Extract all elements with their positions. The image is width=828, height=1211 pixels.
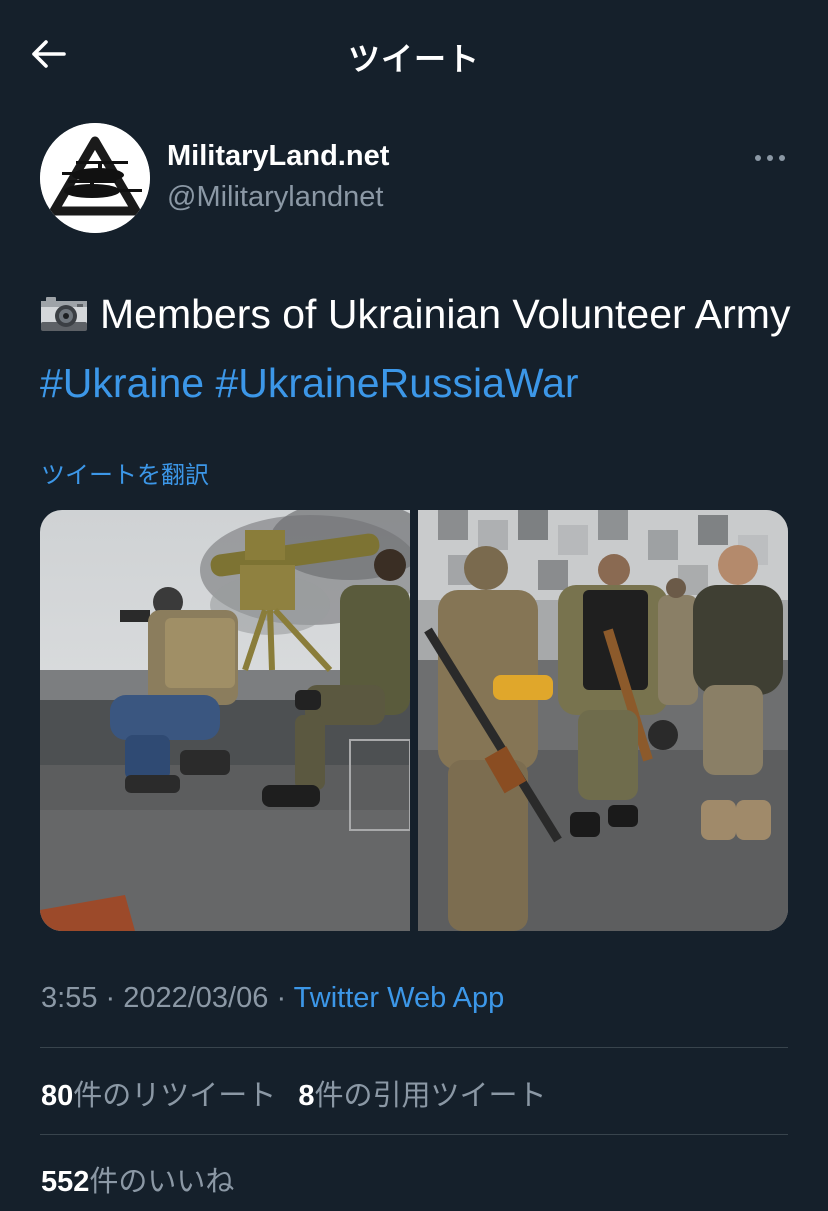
tweet-time: 3:55 [41, 982, 98, 1014]
tweet-source-link[interactable]: Twitter Web App [294, 982, 505, 1014]
hashtag-ukraine[interactable]: #Ukraine [40, 360, 204, 406]
likes-stat[interactable]: 552件のいいね [41, 1166, 234, 1198]
retweet-stats-row: 80件のリツイート 8件の引用ツイート [41, 1072, 547, 1114]
meta-separator-2: · [268, 982, 294, 1014]
author-display-name[interactable]: MilitaryLand.net [167, 140, 389, 173]
retweets-count: 80 [41, 1080, 74, 1112]
meta-separator: · [97, 982, 124, 1014]
likes-count: 552 [41, 1166, 90, 1198]
tweet-media-grid [40, 510, 788, 931]
militaryland-logo [40, 123, 150, 233]
tweet-timestamp-line: 3:55 · 2022/03/06 · Twitter Web App [41, 982, 504, 1015]
tweet-detail-screen: ツイート MilitaryLand.net @Militarylandnet M… [0, 0, 828, 1211]
photo-rooftop-soldiers[interactable] [40, 510, 410, 931]
quotes-stat[interactable]: 8件の引用ツイート [298, 1080, 546, 1112]
translate-tweet-link[interactable]: ツイートを翻訳 [41, 455, 209, 490]
tweet-text: Members of Ukrainian Volunteer Army #Ukr… [40, 282, 800, 416]
divider [40, 1047, 788, 1048]
quotes-count: 8 [298, 1080, 315, 1112]
likes-label: 件のいいね [89, 1166, 235, 1198]
more-horizontal-icon [755, 155, 785, 161]
tweet-body-text: Members of Ukrainian Volunteer Army [100, 291, 791, 337]
photo-soldiers-street[interactable] [418, 510, 788, 931]
retweets-label: 件のリツイート [73, 1080, 277, 1112]
retweets-stat[interactable]: 80件のリツイート [41, 1080, 276, 1112]
quotes-label: 件の引用ツイート [314, 1080, 547, 1112]
author-handle: @Militarylandnet [167, 181, 384, 213]
camera-icon [40, 286, 88, 351]
top-bar: ツイート [0, 0, 828, 108]
tweet-date: 2022/03/06 [123, 982, 269, 1014]
divider [40, 1134, 788, 1135]
avatar[interactable] [40, 123, 150, 233]
likes-stats-row: 552件のいいね [41, 1158, 234, 1200]
page-title: ツイート [347, 41, 480, 77]
hashtag-ukraine-russia-war[interactable]: #UkraineRussiaWar [216, 360, 579, 406]
more-options-button[interactable] [748, 144, 792, 172]
